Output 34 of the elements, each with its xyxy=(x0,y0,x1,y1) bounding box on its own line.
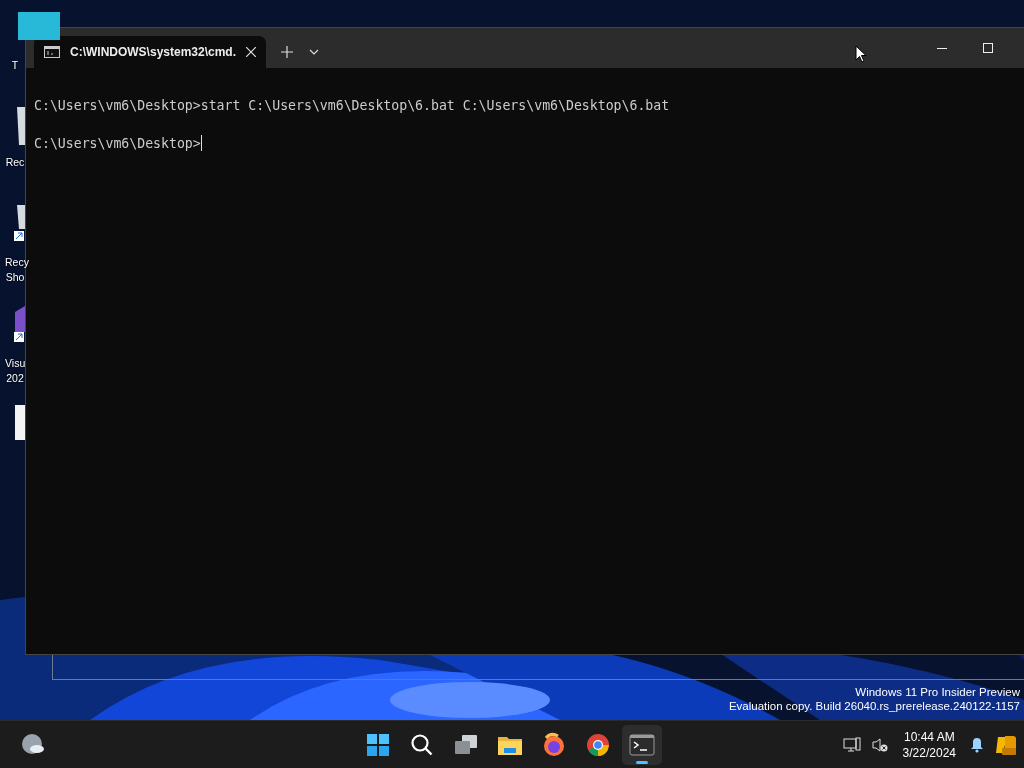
start-icon xyxy=(365,731,391,758)
icon-label: Visu xyxy=(5,357,25,369)
icon-label: 202 xyxy=(5,372,25,384)
tab-title: C:\WINDOWS\system32\cmd. xyxy=(69,45,236,59)
chrome-icon xyxy=(585,731,611,758)
console-line: C:\Users\vm6\Desktop>start C:\Users\vm6\Desktop\6.bat C:\Users\vm6\Desktop\6.bat xyxy=(34,97,670,115)
tab[interactable]: C:\WINDOWS\system32\cmd. xyxy=(34,36,266,68)
plus-icon xyxy=(281,46,293,58)
weather-icon[interactable] xyxy=(21,733,45,756)
app-shortcut-icon[interactable] xyxy=(13,306,25,344)
watermark-text: Evaluation copy. Build 26040.rs_prerelease.240122-1157 xyxy=(728,699,1020,713)
minimize-icon xyxy=(937,47,947,49)
cursor-icon xyxy=(855,45,867,63)
bell-icon[interactable] xyxy=(970,736,984,753)
search-icon xyxy=(409,731,435,758)
maximize-icon xyxy=(983,43,993,53)
chevron-icon xyxy=(309,49,319,55)
terminal-icon xyxy=(629,731,655,758)
cmd-icon xyxy=(44,46,60,58)
icon-label: Sho xyxy=(5,271,25,283)
icon-label: T xyxy=(10,59,20,71)
firefox-icon xyxy=(541,731,567,758)
network-icon[interactable] xyxy=(842,736,861,753)
taskbar-button[interactable] xyxy=(622,724,662,765)
console-line: C:\Users\vm6\Desktop> xyxy=(34,134,202,153)
clock[interactable]: 10:44 AM 3/22/2024 xyxy=(898,728,960,761)
time-text: 10:44 AM xyxy=(903,728,955,745)
active-indicator xyxy=(636,760,648,764)
muted-speaker-icon[interactable] xyxy=(870,736,889,753)
watermark-text: Windows 11 Pro Insider Preview xyxy=(855,685,1020,699)
close-icon[interactable] xyxy=(246,47,256,57)
date-text: 3/22/2024 xyxy=(902,744,956,761)
icon-label: Rec xyxy=(5,156,25,168)
bin-shortcut-icon[interactable] xyxy=(13,205,25,243)
